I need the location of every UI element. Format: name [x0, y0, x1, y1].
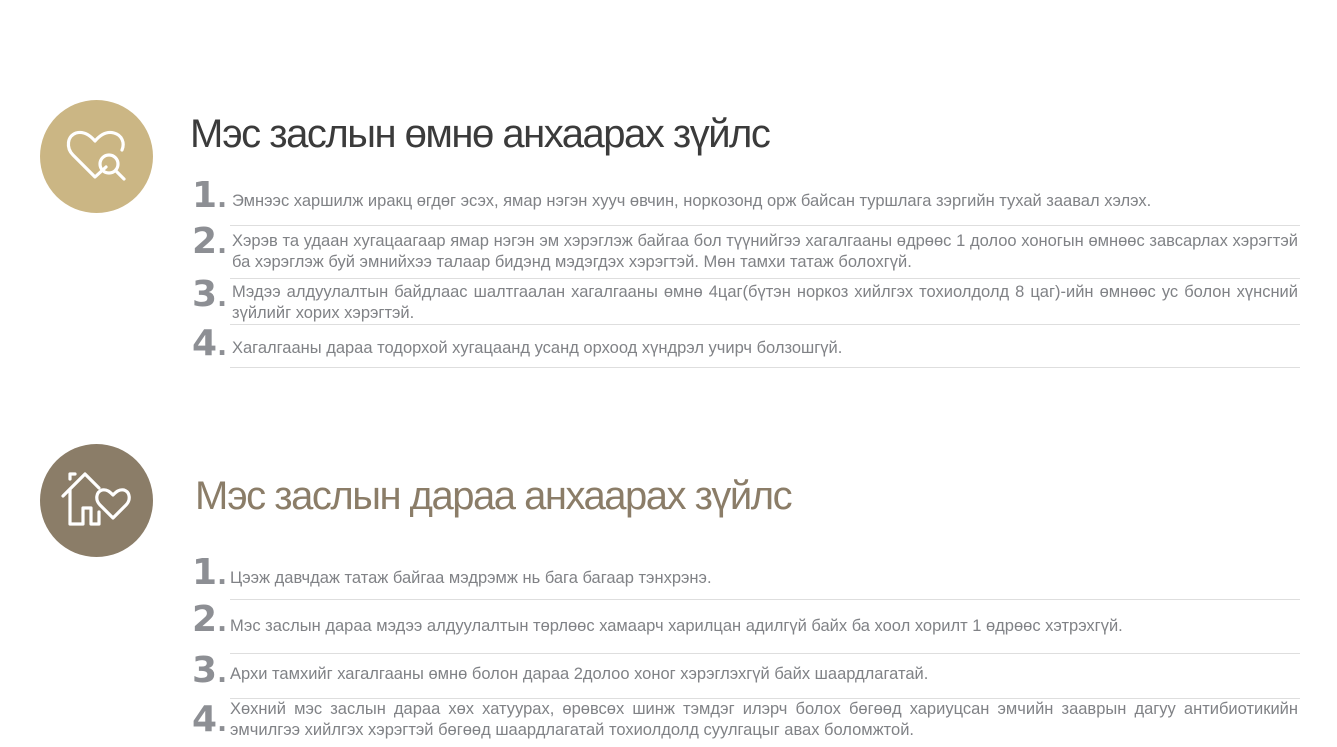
divider: [230, 278, 1300, 279]
item-number: 2.: [192, 221, 227, 262]
section-title: Мэс заслын өмнө анхаарах зүйлс: [190, 112, 771, 156]
divider: [230, 653, 1300, 654]
section-icon-circle: [40, 100, 153, 213]
item-text: Хөхний мэс заслын дараа хөх хатуурах, өр…: [230, 700, 1298, 739]
divider: [230, 225, 1300, 226]
item-number: 2.: [192, 599, 227, 640]
section-icon-circle: [40, 444, 153, 557]
item-text: Мэс заслын дараа мэдээ алдуулалтын төрлө…: [230, 617, 1123, 635]
divider: [230, 599, 1300, 600]
divider: [230, 367, 1300, 368]
item-number: 3.: [192, 274, 227, 315]
item-text: Мэдээ алдуулалтын байдлаас шалтгаалан ха…: [232, 283, 1298, 322]
item-text: Эмнээс харшилж иракц өгдөг эсэх, ямар нэ…: [232, 192, 1152, 210]
heart-magnifier-icon: [62, 119, 132, 194]
item-text: Архи тамхийг хагалгааны өмнө болон дараа…: [230, 665, 929, 683]
item-number: 1.: [192, 175, 227, 216]
item-number: 1.: [192, 552, 227, 593]
divider: [230, 324, 1300, 325]
item-number: 4.: [192, 323, 227, 364]
item-number: 4.: [192, 699, 227, 740]
house-heart-icon: [59, 466, 135, 535]
item-text: Цээж давчдаж татаж байгаа мэдрэмж нь баг…: [230, 569, 712, 587]
item-number: 3.: [192, 650, 227, 691]
section-title: Мэс заслын дараа анхаарах зүйлс: [195, 474, 793, 518]
item-text: Хэрэв та удаан хугацаагаар ямар нэгэн эм…: [232, 232, 1298, 271]
item-text: Хагалгааны дараа тодорхой хугацаанд усан…: [232, 339, 843, 357]
